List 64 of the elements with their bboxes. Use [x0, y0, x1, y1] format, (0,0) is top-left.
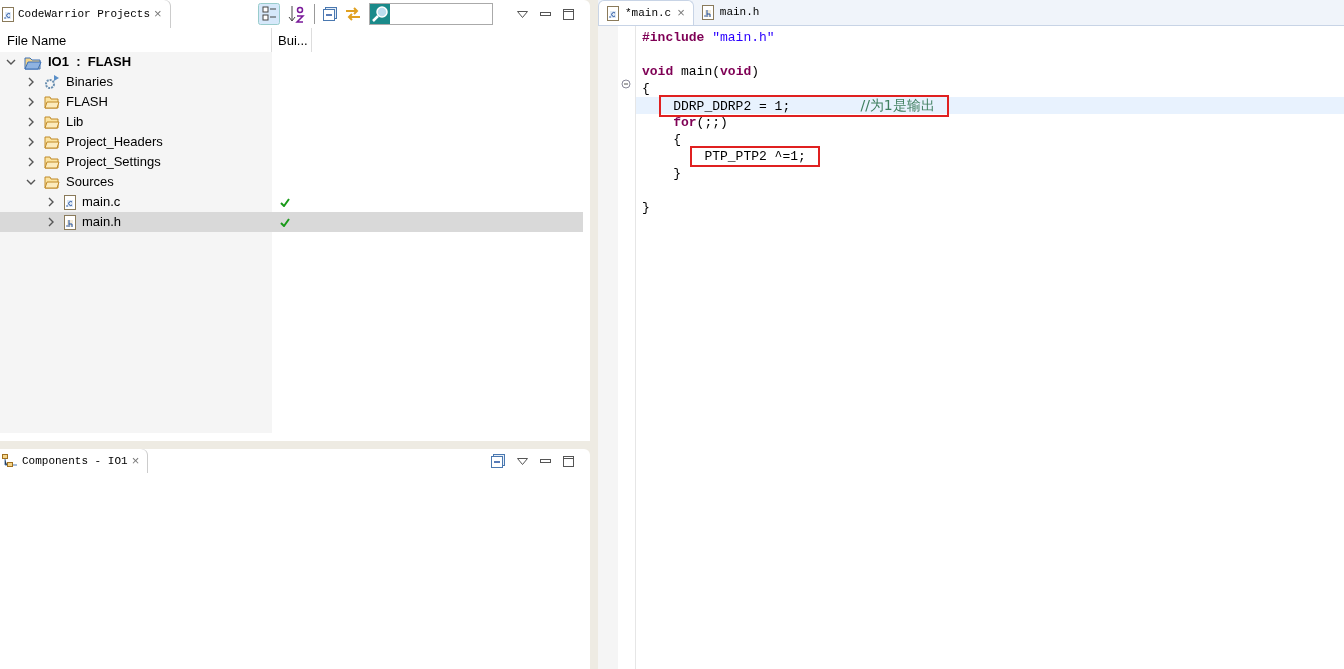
tree-row[interactable]: Sources [0, 172, 583, 192]
tree-row[interactable]: Project_Headers [0, 132, 583, 152]
sort-icon[interactable] [288, 4, 306, 24]
folder-icon [44, 135, 60, 149]
tree-label: main.h [82, 213, 122, 232]
tree-label: main.c [82, 193, 121, 212]
close-icon[interactable]: × [131, 451, 140, 471]
chevron-down-icon[interactable] [6, 57, 16, 67]
tree-row[interactable]: FLASH [0, 92, 583, 112]
fold-icon[interactable] [621, 79, 631, 89]
minimize-icon[interactable] [540, 458, 551, 464]
tree-label: Lib [66, 113, 84, 132]
editor-tab[interactable]: main.h [693, 0, 768, 25]
code-line: void main(void) [642, 64, 760, 79]
close-icon[interactable]: × [154, 4, 162, 24]
view-menu-icon[interactable] [517, 457, 528, 465]
folder-icon [44, 175, 60, 189]
tree-label: Project_Settings [66, 153, 161, 172]
code-line: } [673, 166, 681, 181]
tree-row[interactable]: Lib [0, 112, 583, 132]
collapse-all-icon[interactable] [323, 7, 337, 21]
code-line: { [673, 132, 681, 147]
tree-row[interactable]: main.h [0, 212, 583, 232]
tree-row[interactable]: Project_Settings [0, 152, 583, 172]
close-icon[interactable]: × [677, 3, 685, 23]
code-line: for(;;) [673, 115, 728, 130]
tree-row[interactable]: main.c [0, 192, 583, 212]
source-file-icon [2, 6, 14, 22]
tree-row[interactable]: Binaries [0, 72, 583, 92]
code-line: #include "main.h" [642, 30, 775, 45]
search-icon [370, 4, 390, 24]
tab-title: Components - IO1 [22, 453, 128, 469]
tree-label: Project_Headers [66, 133, 163, 152]
project-folder-icon [24, 54, 42, 70]
tree-label: Binaries [66, 73, 113, 92]
tree-row[interactable]: IO1 : FLASH [0, 52, 583, 72]
code-line: } [642, 200, 650, 215]
source-file-icon [64, 194, 76, 210]
component-tree-icon [2, 454, 18, 468]
search-field[interactable] [369, 3, 493, 25]
folder-icon [44, 95, 60, 109]
chevron-down-icon[interactable] [26, 177, 36, 187]
source-file-icon [701, 5, 714, 20]
folder-icon [44, 115, 60, 129]
tab-title: CodeWarrior Projects [18, 6, 151, 22]
binary-gear-icon [44, 74, 60, 90]
folder-icon [44, 155, 60, 169]
tree-label: FLASH [66, 93, 108, 112]
source-file-icon [64, 214, 76, 230]
view-tab[interactable]: Components - IO1 × [0, 449, 148, 473]
editor-tab[interactable]: *main.c × [598, 0, 694, 25]
view-menu-icon[interactable] [517, 10, 528, 18]
source-file-icon [607, 5, 619, 21]
minimize-icon[interactable] [540, 11, 551, 17]
tree-view-icon[interactable] [258, 3, 280, 25]
column-header[interactable]: Bui... [272, 28, 312, 52]
tree-label: IO1 : FLASH [48, 53, 132, 72]
tab-title: main.h [719, 5, 760, 21]
maximize-icon[interactable] [563, 455, 574, 467]
tab-title: *main.c [625, 5, 672, 21]
code-line: { [642, 81, 650, 96]
tree-label: Sources [66, 173, 114, 192]
maximize-icon[interactable] [563, 8, 574, 20]
collapse-all-icon[interactable] [491, 454, 505, 468]
